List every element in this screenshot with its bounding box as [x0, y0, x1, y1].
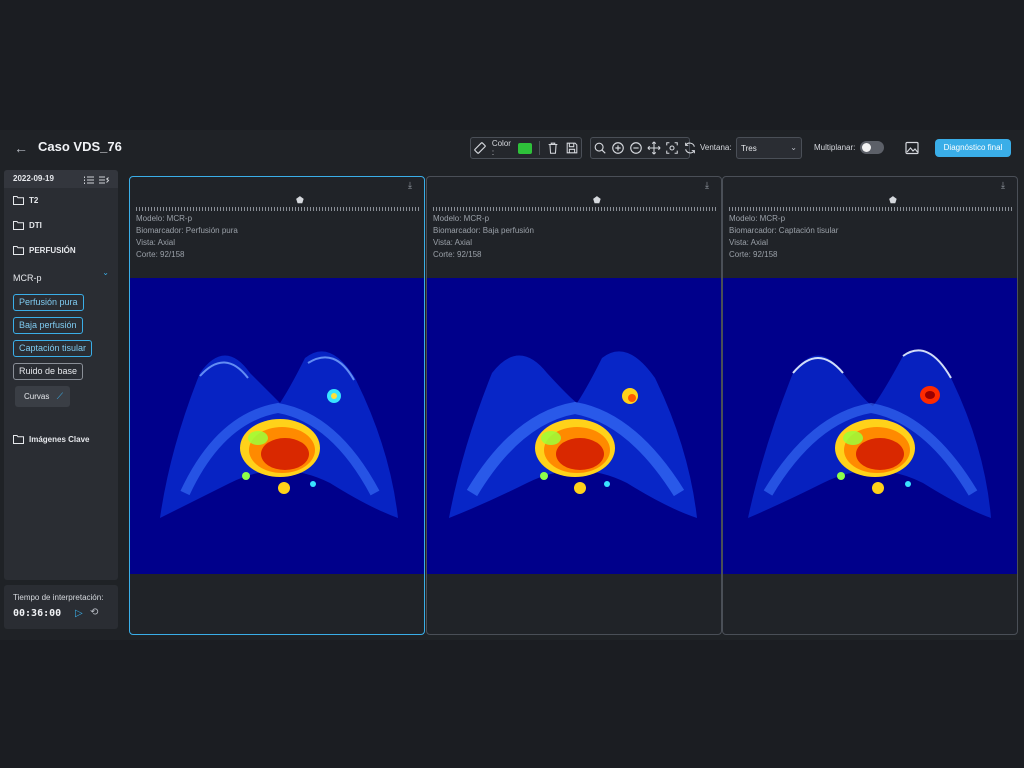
chip-ruido-de-base[interactable]: Ruido de base: [13, 363, 84, 380]
fit-screen-icon[interactable]: [665, 140, 679, 156]
play-icon[interactable]: ▷: [75, 608, 85, 619]
multiplanar-toggle[interactable]: [860, 141, 884, 154]
toolbar-divider: [539, 141, 541, 155]
slice-marker-icon[interactable]: ⬟: [593, 195, 603, 205]
info-modelo: Modelo: MCR-p: [729, 214, 786, 223]
folder-key-images[interactable]: Imágenes Clave: [13, 432, 89, 446]
chip-captacion-tisular[interactable]: Captación tisular: [13, 340, 93, 357]
folder-t2[interactable]: T2: [13, 193, 38, 207]
info-modelo: Modelo: MCR-p: [433, 214, 490, 223]
app-window: ← Caso VDS_76 Color : Ventana: Tres ⌄ Mu…: [0, 130, 1024, 640]
trash-icon[interactable]: [545, 140, 560, 156]
color-swatch[interactable]: [517, 142, 533, 154]
zoom-in-icon[interactable]: [611, 140, 625, 156]
timer-label: Tiempo de interpretación:: [13, 593, 104, 602]
viewport-1[interactable]: ⤓ ⬟ Modelo: MCR-p Biomarcador: Perfusión…: [129, 176, 425, 635]
info-vista: Vista: Axial: [729, 238, 768, 247]
ruler-icon[interactable]: [473, 140, 488, 156]
annotation-toolbar: Color :: [470, 137, 582, 159]
curves-label: Curvas: [24, 392, 50, 401]
folder-label: DTI: [29, 220, 42, 230]
ventana-label: Ventana:: [700, 143, 732, 152]
viewport-3[interactable]: ⤓ ⬟ Modelo: MCR-p Biomarcador: Captación…: [722, 176, 1018, 635]
final-diagnosis-button[interactable]: Diagnóstico final: [935, 139, 1011, 157]
info-modelo: Modelo: MCR-p: [136, 214, 193, 223]
search-icon[interactable]: [593, 140, 607, 156]
download-icon[interactable]: ⤓: [408, 180, 418, 190]
interpretation-timer: Tiempo de interpretación: 00:36:00 ▷ ⟲: [4, 585, 118, 629]
viewport-2[interactable]: ⤓ ⬟ Modelo: MCR-p Biomarcador: Baja perf…: [426, 176, 722, 635]
slice-ruler[interactable]: [136, 207, 420, 211]
slice-marker-icon[interactable]: ⬟: [889, 195, 899, 205]
folder-icon: [13, 196, 24, 205]
study-date: 2022-09-19: [13, 174, 54, 183]
curve-icon: ⟋: [56, 391, 63, 401]
case-title: Caso VDS_76: [38, 139, 122, 154]
ordered-list-icon[interactable]: [83, 173, 95, 185]
folder-label: T2: [29, 195, 39, 205]
curves-button[interactable]: Curvas ⟋: [15, 386, 70, 407]
zoom-out-icon[interactable]: [629, 140, 643, 156]
download-icon[interactable]: ⤓: [705, 180, 715, 190]
folder-open-icon: [13, 246, 24, 255]
info-biomarcador: Biomarcador: Baja perfusión: [433, 226, 534, 235]
chevron-down-icon: ⌄: [790, 143, 797, 152]
info-biomarcador: Biomarcador: Perfusión pura: [136, 226, 238, 235]
folder-label: PERFUSIÓN: [29, 245, 76, 255]
back-arrow-icon[interactable]: ←: [12, 139, 30, 157]
reset-timer-icon[interactable]: ⟲: [90, 607, 102, 619]
perfusion-map-image[interactable]: [723, 278, 1018, 574]
slice-ruler[interactable]: [729, 207, 1013, 211]
image-gallery-icon[interactable]: [904, 140, 920, 156]
view-toolbar: [590, 137, 695, 159]
ventana-select[interactable]: Tres ⌄: [736, 137, 802, 159]
info-biomarcador: Biomarcador: Captación tisular: [729, 226, 839, 235]
download-icon[interactable]: ⤓: [1001, 180, 1011, 190]
info-corte: Corte: 92/158: [136, 250, 185, 259]
perfusion-map-image[interactable]: [427, 278, 722, 574]
perfusion-map-image[interactable]: [130, 278, 425, 574]
toggle-knob: [862, 143, 871, 152]
model-selector[interactable]: MCR-p ⌄: [13, 268, 109, 283]
folder-perfusion[interactable]: PERFUSIÓN: [13, 243, 76, 257]
save-icon[interactable]: [564, 140, 579, 156]
folder-icon: [13, 435, 24, 444]
study-date-row: 2022-09-19: [4, 170, 118, 188]
folder-label: Imágenes Clave: [29, 434, 90, 444]
header-bar: ← Caso VDS_76 Color : Ventana: Tres ⌄ Mu…: [0, 130, 1024, 166]
slice-marker-icon[interactable]: ⬟: [296, 195, 306, 205]
chevron-down-icon: ⌄: [102, 268, 109, 277]
ventana-value: Tres: [741, 144, 757, 153]
reset-rotate-icon[interactable]: [683, 140, 697, 156]
info-vista: Vista: Axial: [136, 238, 175, 247]
chip-perfusion-pura[interactable]: Perfusión pura: [13, 294, 84, 311]
chip-baja-perfusion[interactable]: Baja perfusión: [13, 317, 83, 334]
folder-dti[interactable]: DTI: [13, 218, 42, 232]
collapse-list-icon[interactable]: [98, 173, 110, 185]
folder-icon: [13, 221, 24, 230]
info-corte: Corte: 92/158: [433, 250, 482, 259]
info-corte: Corte: 92/158: [729, 250, 778, 259]
slice-ruler[interactable]: [433, 207, 717, 211]
timer-value: 00:36:00: [13, 608, 62, 619]
model-label: MCR-p: [13, 273, 42, 283]
sidebar: 2022-09-19 T2 DTI PERFUSIÓN MCR-p ⌄ Perf…: [4, 170, 118, 580]
color-label: Color :: [491, 139, 511, 157]
multiplanar-label: Multiplanar:: [814, 143, 856, 152]
pan-icon[interactable]: [647, 140, 661, 156]
info-vista: Vista: Axial: [433, 238, 472, 247]
